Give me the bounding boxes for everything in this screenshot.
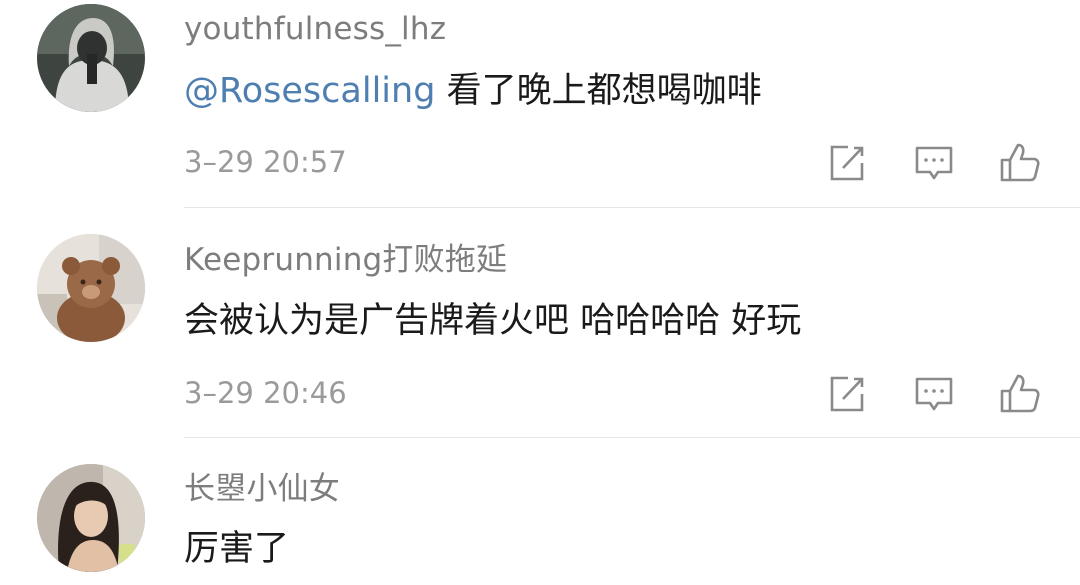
- comment-item: 长曌小仙女 厉害了: [0, 438, 1080, 585]
- avatar[interactable]: [37, 464, 145, 572]
- comment-body: 会被认为是广告牌着火吧 哈哈哈哈 好玩: [184, 301, 802, 341]
- like-icon: [1000, 143, 1040, 182]
- comment-text: 会被认为是广告牌着火吧 哈哈哈哈 好玩: [184, 304, 801, 339]
- share-button[interactable]: [824, 372, 868, 416]
- username[interactable]: Keeprunning打败拖延: [184, 245, 507, 276]
- avatar-image: [37, 4, 145, 112]
- share-button[interactable]: [824, 141, 868, 185]
- avatar-image: [37, 464, 145, 572]
- reply-button[interactable]: [912, 141, 956, 185]
- avatar-image: [37, 234, 145, 342]
- like-button[interactable]: [998, 372, 1042, 416]
- like-button[interactable]: [998, 141, 1042, 185]
- comment-body: 厉害了: [184, 529, 290, 569]
- avatar[interactable]: [37, 234, 145, 342]
- comment-body: 看了晚上都想喝咖啡: [435, 71, 762, 111]
- comment-item: Keeprunning打败拖延 会被认为是广告牌着火吧 哈哈哈哈 好玩 3–29…: [0, 208, 1080, 438]
- comment-actions: [820, 372, 1045, 416]
- username[interactable]: youthfulness_lhz: [184, 14, 446, 45]
- share-icon: [830, 145, 864, 181]
- comment-text: @Rosescalling 看了晚上都想喝咖啡: [184, 74, 762, 109]
- timestamp: 3–29 20:57: [184, 145, 347, 179]
- reply-icon: [915, 146, 953, 180]
- share-icon: [830, 376, 864, 412]
- comment-item: youthfulness_lhz @Rosescalling 看了晚上都想喝咖啡…: [0, 0, 1080, 208]
- reply-button[interactable]: [912, 372, 956, 416]
- reply-icon: [915, 377, 953, 411]
- timestamp: 3–29 20:46: [184, 376, 347, 410]
- mention-link[interactable]: @Rosescalling: [184, 71, 435, 111]
- comment-actions: [820, 141, 1045, 185]
- avatar[interactable]: [37, 4, 145, 112]
- comment-text: 厉害了: [184, 532, 289, 567]
- like-icon: [1000, 374, 1040, 413]
- username[interactable]: 长曌小仙女: [184, 474, 340, 505]
